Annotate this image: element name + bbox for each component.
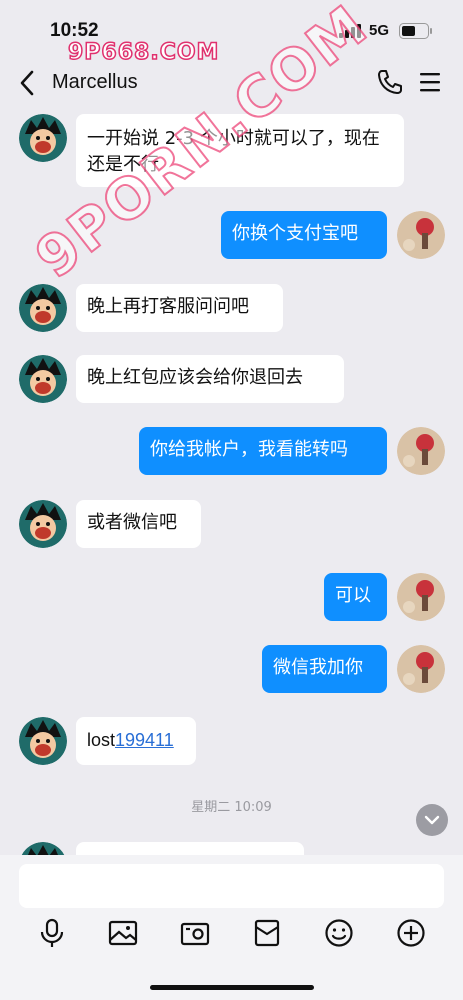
contact-avatar[interactable]	[19, 717, 67, 765]
message-bubble[interactable]: 晚上红包应该会给你退回去	[76, 355, 344, 403]
message-bubble[interactable]: 微信我加你	[262, 645, 387, 693]
contact-avatar[interactable]	[19, 284, 67, 332]
nav-bar: Marcellus	[0, 62, 463, 104]
message-bubble[interactable]: 一开始说 2-3 个小时就可以了，现在还是不行	[76, 114, 404, 187]
plus-icon[interactable]	[396, 918, 426, 948]
network-label: 5G	[369, 22, 390, 39]
message-bubble[interactable]: 你换个支付宝吧	[221, 211, 387, 259]
microphone-icon[interactable]	[37, 918, 67, 948]
home-indicator	[150, 985, 314, 990]
emoji-icon[interactable]	[324, 918, 354, 948]
phone-number-link[interactable]: 199411	[115, 730, 174, 750]
signal-icon	[339, 24, 361, 38]
user-avatar[interactable]	[397, 211, 445, 259]
timestamp-divider: 星期二 10:09	[191, 800, 272, 815]
menu-icon[interactable]	[418, 71, 442, 93]
user-avatar[interactable]	[397, 427, 445, 475]
message-bubble[interactable]: 可以	[324, 573, 387, 621]
camera-icon[interactable]	[180, 918, 210, 948]
message-bubble[interactable]	[76, 842, 304, 855]
message-text: lost	[87, 730, 116, 750]
chevron-down-icon	[424, 815, 440, 825]
message-row-partial	[0, 842, 463, 855]
image-icon[interactable]	[108, 918, 138, 948]
contact-name: Marcellus	[52, 71, 138, 93]
status-time: 10:52	[50, 20, 99, 41]
message-input[interactable]	[19, 864, 444, 908]
user-avatar[interactable]	[397, 573, 445, 621]
message-bubble[interactable]: lost199411	[76, 717, 196, 765]
input-area	[0, 855, 463, 1000]
contact-avatar[interactable]	[19, 355, 67, 403]
back-icon[interactable]	[14, 66, 40, 100]
wallet-icon[interactable]	[252, 918, 282, 948]
status-bar: 10:52 9P668.COM 5G	[0, 0, 463, 66]
contact-avatar[interactable]	[19, 114, 67, 162]
phone-icon[interactable]	[376, 68, 404, 96]
contact-avatar[interactable]	[19, 842, 67, 855]
user-avatar[interactable]	[397, 645, 445, 693]
battery-icon	[399, 23, 432, 39]
message-bubble[interactable]: 你给我帐户，我看能转吗	[139, 427, 387, 475]
scroll-down-button[interactable]	[416, 804, 448, 836]
message-bubble[interactable]: 或者微信吧	[76, 500, 201, 548]
contact-avatar[interactable]	[19, 500, 67, 548]
message-bubble[interactable]: 晚上再打客服问问吧	[76, 284, 283, 332]
